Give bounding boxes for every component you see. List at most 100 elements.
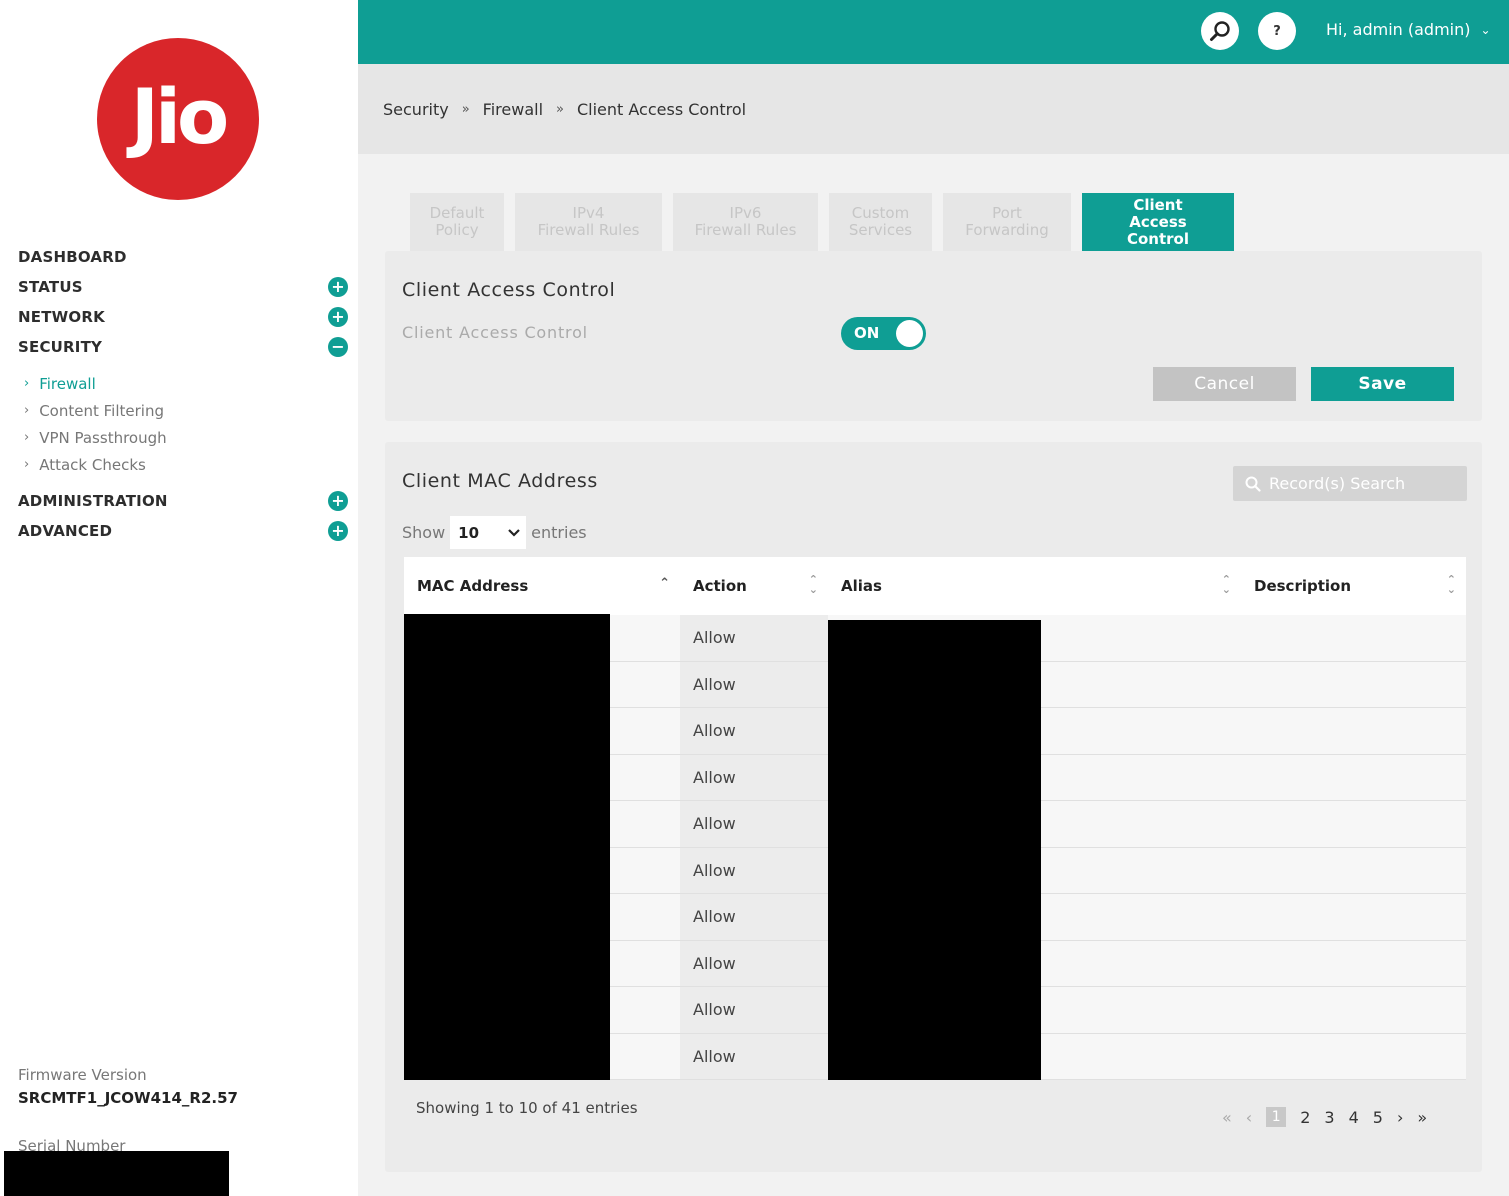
nav-label: ADVANCED bbox=[18, 522, 113, 540]
prev-page-icon[interactable]: ‹ bbox=[1246, 1108, 1252, 1127]
expand-icon[interactable]: + bbox=[328, 521, 348, 541]
page-link[interactable]: 2 bbox=[1300, 1108, 1310, 1127]
field-label: Client Access Control bbox=[402, 323, 588, 342]
nav-label: ADMINISTRATION bbox=[18, 492, 168, 510]
nav-item-status[interactable]: STATUS + bbox=[18, 272, 348, 302]
cell-action: Allow bbox=[680, 754, 828, 800]
sort-icon: ⌃ ⌄ bbox=[808, 573, 818, 596]
tab-port-forwarding[interactable]: Port Forwarding bbox=[943, 193, 1071, 251]
nav-label: DASHBOARD bbox=[18, 248, 127, 266]
nav-label: NETWORK bbox=[18, 308, 105, 326]
cancel-button[interactable]: Cancel bbox=[1153, 367, 1296, 401]
cell-action: Allow bbox=[680, 661, 828, 707]
tab-label-line2: Firewall Rules bbox=[537, 221, 640, 239]
cell-description bbox=[1241, 801, 1466, 847]
cell-description bbox=[1241, 662, 1466, 708]
chevron-right-icon: › bbox=[24, 457, 30, 472]
breadcrumb-firewall[interactable]: Firewall bbox=[483, 100, 543, 119]
breadcrumb-security[interactable]: Security bbox=[383, 100, 449, 119]
user-label: Hi, admin (admin) bbox=[1326, 20, 1471, 39]
panel-title: Client Access Control bbox=[402, 279, 616, 301]
tab-custom-services[interactable]: Custom Services bbox=[829, 193, 932, 251]
column-header-description[interactable]: Description ⌃ ⌄ bbox=[1241, 557, 1466, 615]
expand-icon[interactable]: + bbox=[328, 491, 348, 511]
breadcrumb-current: Client Access Control bbox=[576, 99, 747, 119]
column-header-mac-address[interactable]: MAC Address ⌃ bbox=[404, 557, 680, 615]
sidebar: Jio DASHBOARD STATUS + NETWORK + SECURIT… bbox=[0, 0, 358, 1196]
page-link[interactable]: 3 bbox=[1324, 1108, 1334, 1127]
nav-item-advanced[interactable]: ADVANCED + bbox=[18, 516, 348, 546]
panel-title: Client MAC Address bbox=[402, 470, 598, 492]
table-info: Showing 1 to 10 of 41 entries bbox=[416, 1099, 638, 1117]
expand-icon[interactable]: + bbox=[328, 307, 348, 327]
subnav-item-attack-checks[interactable]: › Attack Checks bbox=[24, 451, 348, 478]
cell-description bbox=[1241, 894, 1466, 940]
search-icon bbox=[1210, 21, 1230, 41]
cell-description bbox=[1241, 615, 1466, 661]
page-link[interactable]: 5 bbox=[1373, 1108, 1383, 1127]
help-button[interactable]: ? bbox=[1258, 12, 1296, 50]
chevron-right-icon: › bbox=[24, 403, 30, 418]
column-label: MAC Address bbox=[417, 577, 529, 595]
page-link[interactable]: 4 bbox=[1349, 1108, 1359, 1127]
chevron-right-icon: › bbox=[24, 430, 30, 445]
client-access-toggle[interactable]: ON bbox=[841, 317, 926, 350]
record-search-input[interactable]: Record(s) Search bbox=[1233, 466, 1467, 501]
tab-default-policy[interactable]: Default Policy bbox=[410, 193, 504, 251]
tab-label-line2: Firewall Rules bbox=[694, 221, 797, 239]
tab-label-line2: Access Control bbox=[1126, 212, 1189, 248]
cell-description bbox=[1241, 941, 1466, 987]
expand-icon[interactable]: + bbox=[328, 277, 348, 297]
subnav-item-content-filtering[interactable]: › Content Filtering bbox=[24, 397, 348, 424]
subnav-item-firewall[interactable]: › Firewall bbox=[24, 370, 348, 397]
tab-label-line1: IPv4 bbox=[572, 204, 605, 222]
pagination: « ‹ 1 2 3 4 5 › » bbox=[1215, 1107, 1434, 1127]
serial-redaction bbox=[4, 1151, 229, 1196]
firmware-value: SRCMTF1_JCOW414_R2.57 bbox=[18, 1089, 238, 1107]
jio-logo[interactable]: Jio bbox=[97, 38, 259, 200]
tab-label-line2: Services bbox=[848, 221, 913, 239]
last-page-icon[interactable]: » bbox=[1417, 1108, 1427, 1127]
tab-label-line1: Default bbox=[429, 204, 485, 222]
nav-item-security[interactable]: SECURITY − bbox=[18, 332, 348, 362]
tab-client-access-control[interactable]: Client Access Control bbox=[1082, 193, 1234, 251]
first-page-icon[interactable]: « bbox=[1222, 1108, 1232, 1127]
search-button[interactable] bbox=[1201, 12, 1239, 50]
column-label: Alias bbox=[841, 577, 882, 595]
main-nav: DASHBOARD STATUS + NETWORK + SECURITY − … bbox=[18, 242, 348, 546]
tab-label-line2: Forwarding bbox=[965, 221, 1049, 239]
nav-label: SECURITY bbox=[18, 338, 103, 356]
nav-item-network[interactable]: NETWORK + bbox=[18, 302, 348, 332]
page-size-value: 10 bbox=[458, 523, 480, 542]
page-size-select[interactable]: 10 bbox=[450, 516, 527, 549]
chevron-down-icon: ⌄ bbox=[1480, 22, 1491, 37]
help-icon: ? bbox=[1273, 23, 1281, 39]
page-current[interactable]: 1 bbox=[1266, 1107, 1287, 1127]
next-page-icon[interactable]: › bbox=[1397, 1108, 1403, 1127]
column-header-alias[interactable]: Alias ⌃ ⌄ bbox=[828, 557, 1241, 615]
subnav-item-vpn-passthrough[interactable]: › VPN Passthrough bbox=[24, 424, 348, 451]
column-header-action[interactable]: Action ⌃ ⌄ bbox=[680, 557, 828, 615]
cell-action: Allow bbox=[680, 708, 828, 754]
nav-item-administration[interactable]: ADMINISTRATION + bbox=[18, 486, 348, 516]
cell-action: Allow bbox=[680, 987, 828, 1033]
sort-icon: ⌃ ⌄ bbox=[1221, 573, 1231, 596]
cell-action: Allow bbox=[680, 615, 828, 661]
save-button[interactable]: Save bbox=[1311, 367, 1454, 401]
tab-ipv6-firewall-rules[interactable]: IPv6 Firewall Rules bbox=[673, 193, 818, 251]
column-label: Action bbox=[693, 577, 747, 595]
logo-text: Jio bbox=[130, 71, 230, 161]
cell-action: Allow bbox=[680, 801, 828, 847]
firmware-label: Firmware Version bbox=[18, 1066, 147, 1084]
nav-item-dashboard[interactable]: DASHBOARD bbox=[18, 242, 348, 272]
user-menu[interactable]: Hi, admin (admin) ⌄ bbox=[1326, 20, 1491, 39]
cell-description bbox=[1241, 987, 1466, 1033]
tab-ipv4-firewall-rules[interactable]: IPv4 Firewall Rules bbox=[515, 193, 662, 251]
collapse-icon[interactable]: − bbox=[328, 337, 348, 357]
tab-label-line1: Custom bbox=[851, 204, 910, 222]
sort-icon: ⌃ ⌄ bbox=[1446, 573, 1456, 596]
subnav-label: Attack Checks bbox=[39, 455, 146, 474]
breadcrumb: Security » Firewall » Client Access Cont… bbox=[358, 64, 1509, 154]
top-header: ? Hi, admin (admin) ⌄ bbox=[358, 0, 1509, 64]
cell-description bbox=[1241, 755, 1466, 801]
